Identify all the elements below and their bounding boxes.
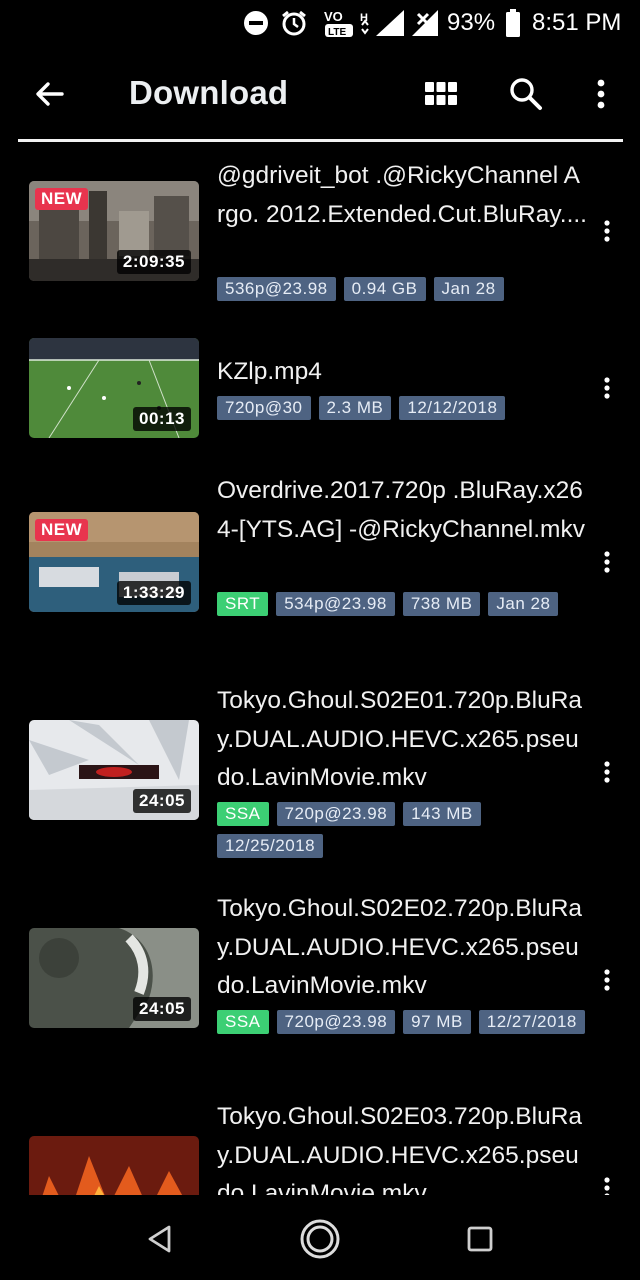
more-vert-icon [604,377,610,399]
video-thumbnail[interactable]: NEW 2:09:35 [29,181,199,281]
back-button[interactable] [26,70,74,118]
volte-icon: VO LTE [322,8,356,38]
overflow-menu-button[interactable] [577,70,625,118]
tag-row: SRT 534p@23.98 738 MB Jan 28 [217,592,587,616]
duration-label: 2:09:35 [116,250,191,274]
nav-recents-button[interactable] [456,1215,504,1263]
status-bar: VO LTE H 93% 8:51 PM [0,0,640,48]
battery-percent: 93% [447,9,496,36]
date-tag: 12/12/2018 [399,396,506,420]
size-tag: 0.94 GB [343,277,426,301]
more-vert-icon [604,1177,610,1195]
navigation-bar [0,1195,640,1280]
video-thumbnail[interactable]: 24:05 [29,928,199,1028]
video-thumbnail[interactable]: NEW 1:33:29 [29,512,199,612]
file-name: @gdriveit_bot .@RickyChannel Argo. 2012.… [217,162,587,228]
duration-label: 1:33:29 [116,581,191,605]
battery-icon [505,8,521,38]
item-menu-button[interactable] [592,752,622,792]
app-bar: Download [0,56,640,132]
size-tag: 738 MB [402,592,481,616]
size-tag: 2.3 MB [318,396,392,420]
list-item[interactable]: Tokyo.Ghoul.S02E03.720p.BluRay.DUAL.AUDI… [0,1098,640,1195]
file-name: Tokyo.Ghoul.S02E02.720p.BluRay.DUAL.AUDI… [217,895,583,999]
duration-label: 00:13 [133,407,191,431]
resolution-tag: 720p@30 [217,396,311,420]
alarm-icon [280,8,308,38]
more-vert-icon [604,551,610,573]
more-vert-icon [604,220,610,242]
grid-view-icon [425,82,457,105]
thumbnail-image [29,1136,199,1195]
tag-row: 720p@30 2.3 MB 12/12/2018 [217,396,587,420]
date-tag: Jan 28 [433,277,504,301]
back-triangle-icon [148,1225,171,1253]
subtitle-tag: SSA [217,1010,269,1034]
search-icon [510,78,542,110]
list-item[interactable]: NEW 1:33:29 Overdrive.2017.720p .BluRay.… [0,472,640,682]
app-bar-divider [18,139,623,142]
list-item[interactable]: 24:05 Tokyo.Ghoul.S02E01.720p.BluRay.DUA… [0,682,640,890]
nav-home-button[interactable] [296,1215,344,1263]
video-list[interactable]: NEW 2:09:35 @gdriveit_bot .@RickyChannel… [0,152,640,1195]
search-button[interactable] [502,70,550,118]
video-thumbnail[interactable]: 24:05 [29,720,199,820]
home-circle-icon [300,1219,340,1259]
clock: 8:51 PM [532,9,622,36]
new-badge: NEW [35,519,89,541]
page-title: Download [129,74,289,111]
size-tag: 143 MB [403,802,481,826]
new-badge: NEW [35,188,89,210]
no-signal-icon [410,8,440,38]
video-thumbnail[interactable]: 00:13 [29,338,199,438]
do-not-disturb-icon [242,8,270,38]
tag-row: SSA 720p@23.98 97 MB 12/27/2018 [217,1010,587,1034]
more-vert-icon [597,79,605,109]
resolution-tag: 720p@23.98 [276,802,396,826]
more-vert-icon [604,761,610,783]
list-item[interactable]: NEW 2:09:35 @gdriveit_bot .@RickyChannel… [0,152,640,332]
file-name: Overdrive.2017.720p .BluRay.x264-[YTS.AG… [217,477,585,543]
date-tag: Jan 28 [488,592,559,616]
item-menu-button[interactable] [592,211,622,251]
subtitle-tag: SRT [217,592,269,616]
item-menu-button[interactable] [592,1168,622,1195]
more-vert-icon [604,969,610,991]
back-arrow-icon [36,82,64,106]
size-tag: 97 MB [403,1010,471,1034]
item-menu-button[interactable] [592,542,622,582]
date-tag: 12/25/2018 [217,834,324,858]
svg-text:VO: VO [324,9,343,24]
file-name: Tokyo.Ghoul.S02E01.720p.BluRay.DUAL.AUDI… [217,687,583,791]
duration-label: 24:05 [133,997,191,1021]
duration-label: 24:05 [133,789,191,813]
file-name: Tokyo.Ghoul.S02E03.720p.BluRay.DUAL.AUDI… [217,1103,583,1195]
recents-square-icon [467,1226,493,1252]
resolution-tag: 720p@23.98 [276,1010,396,1034]
date-tag: 12/27/2018 [478,1010,585,1034]
resolution-tag: 534p@23.98 [276,592,395,616]
file-name: KZlp.mp4 [217,358,322,385]
item-menu-button[interactable] [592,368,622,408]
tag-row: SSA 720p@23.98 143 MB 12/25/2018 [217,802,587,858]
nav-back-button[interactable] [136,1215,184,1263]
video-thumbnail[interactable] [29,1136,199,1195]
item-menu-button[interactable] [592,960,622,1000]
signal-icon: H [360,8,406,38]
tag-row: 536p@23.98 0.94 GB Jan 28 [217,277,587,301]
list-item[interactable]: 00:13 KZlp.mp4 720p@30 2.3 MB 12/12/2018 [0,332,640,472]
subtitle-tag: SSA [217,802,269,826]
list-item[interactable]: 24:05 Tokyo.Ghoul.S02E02.720p.BluRay.DUA… [0,890,640,1098]
svg-text:LTE: LTE [328,27,346,38]
grid-view-button[interactable] [417,70,465,118]
resolution-tag: 536p@23.98 [217,277,336,301]
